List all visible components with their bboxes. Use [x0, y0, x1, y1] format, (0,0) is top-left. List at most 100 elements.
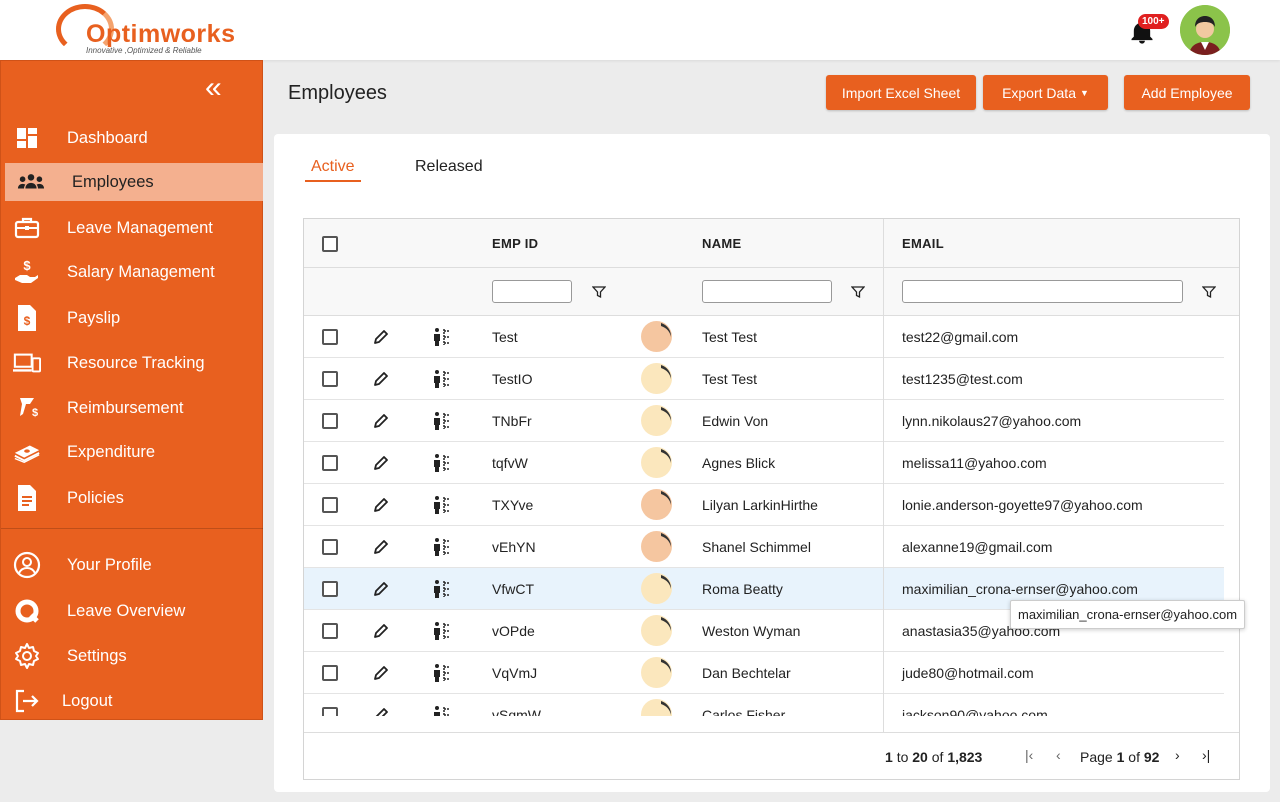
- emp-id-cell: vSqmW: [492, 707, 541, 716]
- email-filter-input[interactable]: [902, 280, 1183, 303]
- org-tree-icon[interactable]: [432, 453, 452, 473]
- page-range-of-label: of: [931, 749, 944, 765]
- add-employee-button[interactable]: Add Employee: [1124, 75, 1250, 110]
- collapse-sidebar-icon[interactable]: «: [205, 73, 222, 103]
- sidebar-item-reimbursement[interactable]: $ Reimbursement: [1, 389, 263, 427]
- money-stack-icon: [13, 438, 41, 466]
- table-row[interactable]: vEhYN Shanel Schimmel alexanne19@gmail.com: [304, 526, 1224, 568]
- svg-text:$: $: [32, 407, 38, 419]
- tab-released[interactable]: Released: [415, 158, 483, 176]
- sidebar-item-leave-overview[interactable]: Leave Overview: [1, 592, 263, 630]
- employee-grid: EMP ID NAME EMAIL Test Test Test test22@gm…: [303, 218, 1240, 780]
- edit-icon[interactable]: [372, 496, 390, 514]
- org-tree-icon[interactable]: [432, 327, 452, 347]
- page-range-to: 20: [912, 749, 928, 765]
- table-row[interactable]: TestIO Test Test test1235@test.com: [304, 358, 1224, 400]
- leave-overview-icon: [13, 597, 41, 625]
- user-avatar-icon: [1180, 5, 1230, 55]
- table-row[interactable]: VqVmJ Dan Bechtelar jude80@hotmail.com: [304, 652, 1224, 694]
- last-page-icon[interactable]: ›|: [1202, 747, 1210, 763]
- document-icon: [13, 484, 41, 512]
- org-tree-icon[interactable]: [432, 369, 452, 389]
- edit-icon[interactable]: [372, 328, 390, 346]
- next-page-icon[interactable]: ›: [1175, 747, 1180, 763]
- sidebar-item-label: Employees: [72, 172, 154, 191]
- row-checkbox[interactable]: [322, 371, 338, 387]
- org-tree-icon[interactable]: [432, 495, 452, 515]
- table-row[interactable]: TXYve Lilyan LarkinHirthe lonie.anderson-g…: [304, 484, 1224, 526]
- payslip-icon: $: [13, 304, 41, 332]
- row-checkbox[interactable]: [322, 413, 338, 429]
- select-all-checkbox[interactable]: [322, 236, 338, 252]
- table-row[interactable]: vSqmW Carlos Fisher jackson90@yahoo.com: [304, 694, 1224, 716]
- org-tree-icon[interactable]: [432, 537, 452, 557]
- emp-id-filter-input[interactable]: [492, 280, 572, 303]
- org-tree-icon[interactable]: [432, 579, 452, 599]
- sidebar-item-label: Policies: [67, 488, 124, 507]
- employee-avatar: [641, 615, 672, 646]
- row-checkbox[interactable]: [322, 707, 338, 716]
- avatar-icon: [661, 575, 672, 589]
- page-range-to-label: to: [896, 749, 909, 765]
- sidebar-item-payslip[interactable]: $ Payslip: [1, 299, 263, 337]
- email-filter-icon[interactable]: [1202, 285, 1216, 299]
- sidebar-item-label: Logout: [62, 691, 113, 710]
- edit-icon[interactable]: [372, 706, 390, 716]
- column-header-email[interactable]: EMAIL: [902, 236, 944, 251]
- row-checkbox[interactable]: [322, 623, 338, 639]
- table-row[interactable]: TNbFr Edwin Von lynn.nikolaus27@yahoo.com: [304, 400, 1224, 442]
- row-checkbox[interactable]: [322, 539, 338, 555]
- row-checkbox[interactable]: [322, 497, 338, 513]
- sidebar-item-your-profile[interactable]: Your Profile: [1, 546, 263, 584]
- edit-icon[interactable]: [372, 664, 390, 682]
- column-header-name[interactable]: NAME: [702, 236, 741, 251]
- tab-active[interactable]: Active: [311, 158, 355, 176]
- emp-id-filter-icon[interactable]: [592, 285, 606, 299]
- export-data-button[interactable]: Export Data ▼: [983, 75, 1108, 110]
- row-checkbox[interactable]: [322, 665, 338, 681]
- table-row[interactable]: tqfvW Agnes Blick melissa11@yahoo.com: [304, 442, 1224, 484]
- edit-icon[interactable]: [372, 622, 390, 640]
- company-logo[interactable]: Optimworks Innovative ,Optimized & Relia…: [56, 4, 235, 56]
- sidebar-item-settings[interactable]: Settings: [1, 637, 263, 675]
- page-label: Page: [1080, 749, 1113, 765]
- edit-icon[interactable]: [372, 370, 390, 388]
- sidebar-item-leave-management[interactable]: Leave Management: [1, 209, 263, 247]
- org-tree-icon[interactable]: [432, 705, 452, 716]
- name-filter-icon[interactable]: [851, 285, 865, 299]
- edit-icon[interactable]: [372, 580, 390, 598]
- column-header-emp-id[interactable]: EMP ID: [492, 236, 538, 251]
- sidebar-item-logout[interactable]: Logout: [1, 682, 263, 720]
- row-checkbox[interactable]: [322, 581, 338, 597]
- row-checkbox[interactable]: [322, 455, 338, 471]
- edit-icon[interactable]: [372, 454, 390, 472]
- sidebar-item-policies[interactable]: Policies: [1, 479, 263, 517]
- sidebar-item-salary-management[interactable]: $ Salary Management: [1, 253, 263, 291]
- sidebar-item-employees[interactable]: Employees: [5, 163, 263, 201]
- sidebar-item-dashboard[interactable]: Dashboard: [1, 119, 263, 157]
- import-excel-button[interactable]: Import Excel Sheet: [826, 75, 976, 110]
- reimbursement-icon: $: [13, 394, 41, 422]
- logo-text: Optimworks: [86, 20, 236, 48]
- salary-hand-icon: $: [13, 258, 41, 286]
- export-data-label: Export Data: [1002, 84, 1076, 101]
- user-circle-icon: [13, 551, 41, 579]
- page-indicator: Page 1 of 92: [1080, 749, 1159, 765]
- org-tree-icon[interactable]: [432, 411, 452, 431]
- first-page-icon[interactable]: |‹: [1025, 747, 1033, 763]
- table-row[interactable]: Test Test Test test22@gmail.com: [304, 316, 1224, 358]
- org-tree-icon[interactable]: [432, 663, 452, 683]
- user-avatar[interactable]: [1180, 5, 1230, 55]
- edit-icon[interactable]: [372, 538, 390, 556]
- devices-icon: [13, 349, 41, 377]
- name-filter-input[interactable]: [702, 280, 832, 303]
- org-tree-icon[interactable]: [432, 621, 452, 641]
- edit-icon[interactable]: [372, 412, 390, 430]
- prev-page-icon[interactable]: ‹: [1056, 747, 1061, 763]
- sidebar-item-expenditure[interactable]: Expenditure: [1, 433, 263, 471]
- grid-header: EMP ID NAME EMAIL: [304, 219, 1239, 268]
- emp-id-cell: Test: [492, 329, 518, 345]
- employee-avatar: [641, 657, 672, 688]
- row-checkbox[interactable]: [322, 329, 338, 345]
- sidebar-item-resource-tracking[interactable]: Resource Tracking: [1, 344, 263, 382]
